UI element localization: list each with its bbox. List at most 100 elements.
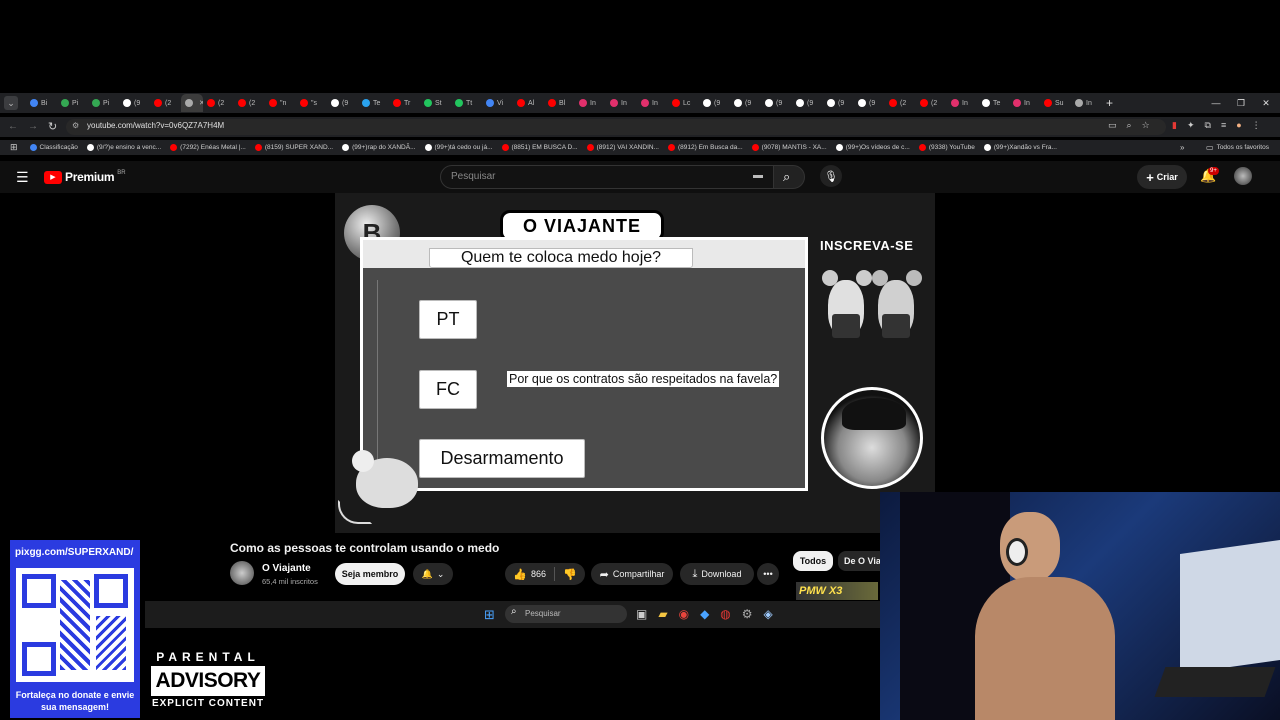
browser-tab[interactable]: Al	[513, 94, 544, 112]
taskbar-search-input[interactable]: ⌕ Pesquisar	[505, 605, 627, 623]
bookmark-item[interactable]: (99+)tá cedo ou já...	[424, 144, 493, 151]
bookmark-item[interactable]: (8851) EM BUSCA D...	[501, 144, 578, 151]
browser-tab[interactable]: Bl	[544, 94, 575, 112]
settings-gear-icon[interactable]: ⚙	[742, 607, 753, 621]
voice-search-icon[interactable]: 🎙	[820, 165, 842, 187]
bookmarks-overflow-icon[interactable]: »	[1180, 143, 1184, 152]
browser-tab[interactable]: (2	[234, 94, 265, 112]
browser-tab[interactable]: Te	[358, 94, 389, 112]
back-icon[interactable]: ←	[8, 121, 18, 132]
new-tab-icon[interactable]: +	[1106, 96, 1113, 110]
filter-chip-channel[interactable]: De O Viaj	[838, 551, 880, 571]
browser-tab[interactable]: (2	[203, 94, 234, 112]
share-button[interactable]: ➦ Compartilhar	[591, 563, 673, 585]
profile-avatar-icon[interactable]: ●	[1236, 120, 1241, 131]
browser-tab[interactable]: Pi	[88, 94, 119, 112]
download-button[interactable]: ⤓ Download	[680, 563, 754, 585]
browser-tab[interactable]: "s	[296, 94, 327, 112]
account-avatar[interactable]	[1234, 167, 1252, 185]
like-icon[interactable]: 👍	[513, 568, 527, 581]
search-button[interactable]: ⌕	[773, 165, 805, 189]
subscribed-bell-button[interactable]: 🔔 ⌄	[413, 563, 453, 585]
browser-tab[interactable]: (9	[119, 94, 150, 112]
channel-avatar[interactable]	[230, 561, 254, 585]
browser-tab[interactable]: (9	[823, 94, 854, 112]
bookmark-item[interactable]: (99+)Os vídeos de c...	[835, 144, 910, 151]
recommended-thumbnail[interactable]: PMW X3	[796, 582, 878, 600]
browser-tab[interactable]: Tr	[389, 94, 420, 112]
browser-tab[interactable]: Te	[978, 94, 1009, 112]
media-icon[interactable]: ≡	[1221, 120, 1226, 131]
bookmark-item[interactable]: (9338) YouTube	[918, 144, 975, 151]
file-explorer-icon[interactable]: ▰	[658, 607, 667, 621]
browser-tab[interactable]: ✕	[181, 94, 203, 112]
browser-tab[interactable]: (9	[327, 94, 358, 112]
omnibox[interactable]	[66, 119, 1166, 135]
bookmark-item[interactable]: (9078) MANTIS - XA...	[751, 144, 827, 151]
bookmark-item[interactable]: (99+)Xandão vs Fra...	[983, 144, 1057, 151]
dislike-icon[interactable]: 👎	[563, 568, 577, 581]
browser-tab[interactable]: (2	[885, 94, 916, 112]
browser-tab[interactable]: (2	[916, 94, 947, 112]
menu-dots-icon[interactable]: ⋮	[1252, 120, 1261, 131]
app-red-icon[interactable]: ◍	[720, 607, 730, 621]
browser-tab[interactable]: (9	[854, 94, 885, 112]
bookmark-item[interactable]: (8159) SUPER XAND...	[254, 144, 333, 151]
browser-tab[interactable]: (2	[150, 94, 181, 112]
browser-tab[interactable]: In	[606, 94, 637, 112]
site-info-icon[interactable]: ⚙	[72, 121, 79, 130]
browser-tab[interactable]: (9	[730, 94, 761, 112]
bookmark-item[interactable]: (8912) VAI XANDIN...	[586, 144, 659, 151]
search-input[interactable]: Pesquisar ▬	[440, 165, 774, 189]
browser-tab[interactable]: Lc	[668, 94, 699, 112]
all-favorites[interactable]: ▭ Todos os favoritos	[1206, 143, 1269, 152]
browser-tab[interactable]: (9	[792, 94, 823, 112]
bookmark-item[interactable]: (9/?)e ensino a venc...	[86, 144, 161, 151]
browser-tab[interactable]: In	[1071, 94, 1102, 112]
join-button[interactable]: Seja membro	[335, 563, 405, 585]
youtube-logo[interactable]: ▶ Premium BR	[44, 170, 126, 184]
reload-icon[interactable]: ↻	[48, 120, 57, 133]
hamburger-menu-icon[interactable]: ☰	[16, 169, 29, 186]
browser-tab[interactable]: In	[947, 94, 978, 112]
browser-tab[interactable]: (9	[699, 94, 730, 112]
maximize-icon[interactable]: ❐	[1229, 93, 1253, 113]
browser-tab[interactable]: In	[575, 94, 606, 112]
more-actions-icon[interactable]: •••	[757, 563, 779, 585]
app-blue-icon[interactable]: ◆	[700, 607, 709, 621]
channel-name[interactable]: O Viajante	[262, 563, 311, 574]
browser-tab[interactable]: (9	[761, 94, 792, 112]
steam-icon[interactable]: ◈	[764, 607, 773, 621]
tab-label: "s	[311, 99, 317, 107]
minimize-icon[interactable]: —	[1204, 93, 1228, 113]
windows-start-icon[interactable]: ⊞	[484, 607, 495, 623]
chrome-icon[interactable]: ◉	[679, 607, 689, 621]
task-view-icon[interactable]: ▣	[636, 607, 647, 621]
tab-search-button[interactable]: ⌄	[4, 96, 18, 110]
install-icon[interactable]: ▭	[1108, 120, 1117, 131]
browser-tab[interactable]: Bi	[26, 94, 57, 112]
browser-tab[interactable]: Vi	[482, 94, 513, 112]
browser-tab[interactable]: In	[637, 94, 668, 112]
keyboard-icon[interactable]: ▬	[753, 170, 763, 181]
puzzle-icon[interactable]: ⧉	[1205, 120, 1211, 131]
browser-tab[interactable]: Su	[1040, 94, 1071, 112]
bookmark-item[interactable]: Classificação	[29, 144, 78, 151]
bookmark-star-icon[interactable]: ☆	[1142, 120, 1150, 131]
forward-icon[interactable]: →	[28, 121, 38, 132]
browser-tab[interactable]: St	[420, 94, 451, 112]
browser-tab[interactable]: Pi	[57, 94, 88, 112]
bookmark-item[interactable]: (8912) Em Busca da...	[667, 144, 743, 151]
apps-grid-icon[interactable]: ⊞	[10, 142, 18, 153]
extension-icon[interactable]: ✦	[1187, 120, 1195, 131]
browser-tab[interactable]: Tt	[451, 94, 482, 112]
browser-tab[interactable]: "n	[265, 94, 296, 112]
bookmark-item[interactable]: (99+)rap do XANDÃ...	[342, 144, 416, 151]
browser-tab[interactable]: In	[1009, 94, 1040, 112]
filter-chip-all[interactable]: Todos	[793, 551, 833, 571]
bookmark-item[interactable]: (7292) Enéas Metal |...	[170, 144, 246, 151]
zoom-icon[interactable]: ⌕	[1127, 120, 1132, 131]
create-button[interactable]: + Criar	[1137, 165, 1187, 189]
close-window-icon[interactable]: ✕	[1254, 93, 1278, 113]
extension-red-icon[interactable]: ▮	[1172, 120, 1177, 131]
